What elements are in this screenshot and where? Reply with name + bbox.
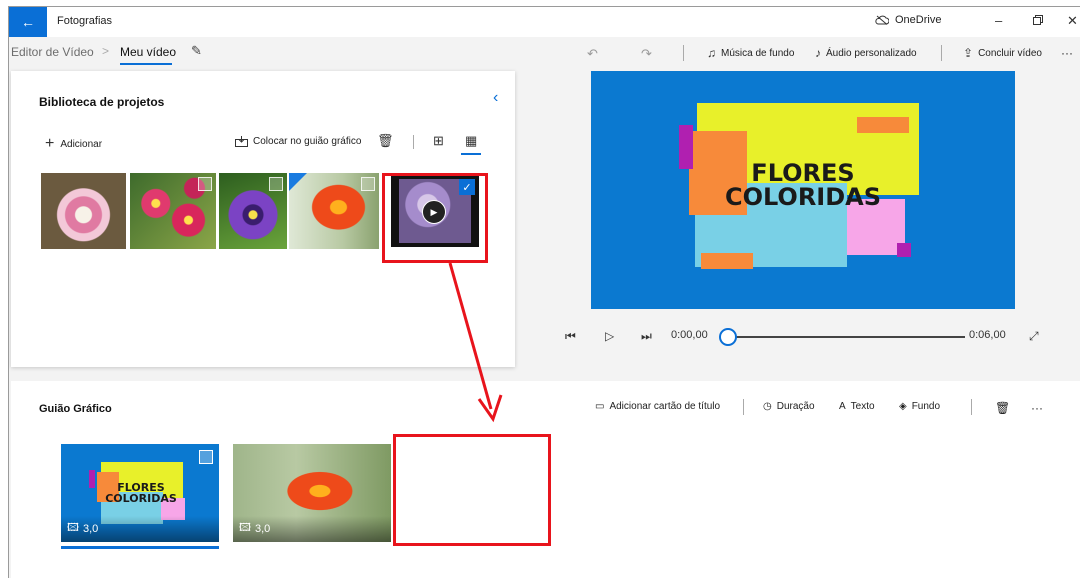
annotation-arrow — [448, 262, 503, 423]
app-window: ← Fotografias OneDrive – ✕ Editor de Víd… — [8, 6, 1080, 578]
